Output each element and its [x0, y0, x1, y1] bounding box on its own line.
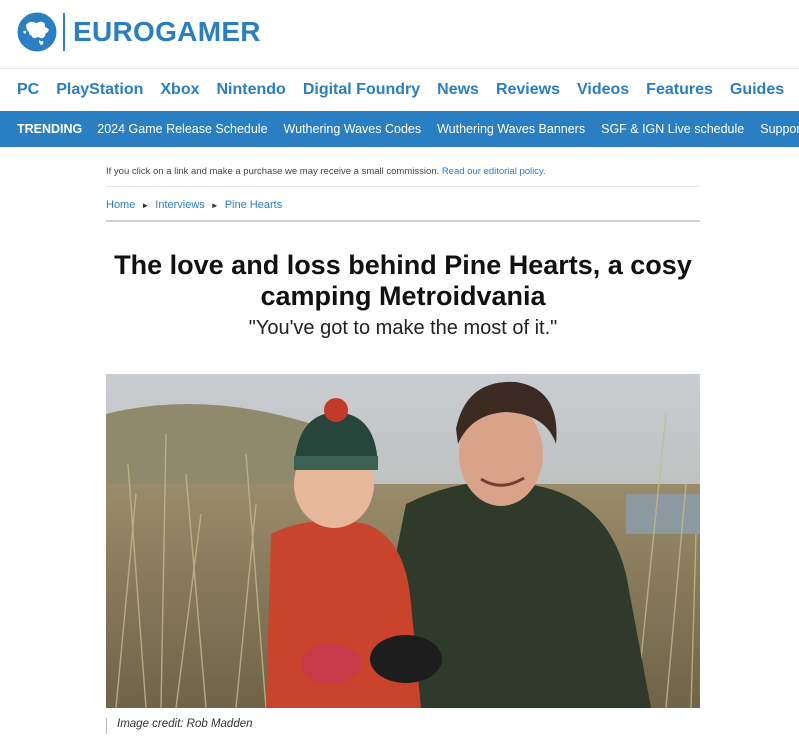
nav-item-nintendo[interactable]: Nintendo: [217, 81, 286, 99]
logo-divider: [63, 13, 65, 51]
editorial-policy-link[interactable]: Read our editorial policy.: [442, 166, 546, 177]
nav-item-guides[interactable]: Guides: [730, 81, 784, 99]
trending-link[interactable]: 2024 Game Release Schedule: [97, 122, 267, 136]
breadcrumb-separator-icon: ►: [210, 200, 219, 210]
main-nav: PC PlayStation Xbox Nintendo Digital Fou…: [0, 68, 799, 110]
logo-wordmark: EUROGAMER: [73, 16, 261, 47]
nav-item-reviews[interactable]: Reviews: [496, 81, 560, 99]
image-credit: Image credit: Rob Madden: [106, 718, 253, 734]
nav-item-playstation[interactable]: PlayStation: [56, 81, 143, 99]
hero-image: [106, 374, 700, 708]
breadcrumb-pine-hearts[interactable]: Pine Hearts: [225, 199, 282, 211]
breadcrumb-separator-icon: ►: [141, 200, 150, 210]
nav-item-features[interactable]: Features: [646, 81, 713, 99]
hero-photo: [106, 374, 700, 708]
divider: [106, 186, 700, 187]
nav-item-news[interactable]: News: [437, 81, 479, 99]
article-strapline: "You've got to make the most of it.": [248, 317, 558, 339]
nav-item-xbox[interactable]: Xbox: [160, 81, 199, 99]
trending-link[interactable]: Wuthering Waves Banners: [437, 122, 585, 136]
site-header: EUROGAMER: [0, 0, 799, 68]
disclosure-text: If you click on a link and make a purcha…: [106, 166, 440, 177]
article-headline: The love and loss behind Pine Hearts, a …: [114, 250, 692, 311]
divider: [106, 220, 700, 222]
nav-item-videos[interactable]: Videos: [577, 81, 629, 99]
trending-link[interactable]: Wuthering Waves Codes: [284, 122, 422, 136]
trending-link[interactable]: Supporter: [760, 122, 799, 136]
site-logo[interactable]: EUROGAMER: [17, 12, 261, 52]
trending-bar: TRENDING 2024 Game Release Schedule Wuth…: [0, 111, 799, 147]
breadcrumb-interviews[interactable]: Interviews: [155, 199, 205, 211]
europe-globe-icon: [17, 12, 57, 52]
nav-item-pc[interactable]: PC: [17, 81, 39, 99]
affiliate-disclosure: If you click on a link and make a purcha…: [106, 166, 546, 177]
breadcrumb-home[interactable]: Home: [106, 199, 135, 211]
trending-link[interactable]: SGF & IGN Live schedule: [601, 122, 744, 136]
breadcrumb: Home ► Interviews ► Pine Hearts: [106, 199, 282, 211]
trending-label: TRENDING: [17, 122, 83, 136]
nav-item-digital-foundry[interactable]: Digital Foundry: [303, 81, 420, 99]
